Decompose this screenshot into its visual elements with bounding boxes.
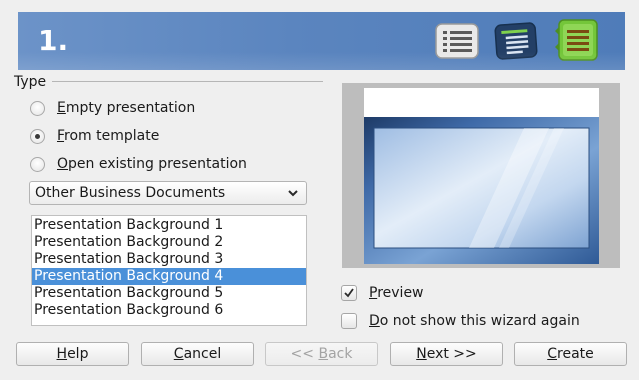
create-button[interactable]: Create — [514, 342, 627, 366]
template-category-select[interactable]: Other Business Documents — [29, 181, 307, 205]
next-button[interactable]: Next >> — [390, 342, 503, 366]
preview-label: Preview — [369, 285, 424, 301]
radio-empty-presentation[interactable]: Empty presentation — [30, 98, 195, 118]
button-label: B — [318, 346, 329, 362]
button-label: << — [290, 346, 319, 362]
list-item[interactable]: Presentation Background 5 — [32, 285, 306, 302]
back-button[interactable]: << Back — [265, 342, 378, 366]
list-item-selected[interactable]: Presentation Background 4 — [32, 268, 306, 285]
dont-show-checkbox[interactable] — [341, 313, 357, 329]
button-label: H — [56, 346, 68, 362]
select-value: Other Business Documents — [35, 185, 226, 201]
radio-from-template[interactable]: From template — [30, 126, 159, 146]
radio-label: From template — [57, 128, 160, 144]
list-icon — [433, 19, 481, 63]
button-label: ancel — [183, 346, 222, 362]
button-label: C — [547, 346, 558, 362]
radio-label: Empty presentation — [57, 100, 196, 116]
step-number: 1. — [38, 24, 69, 57]
radio-button[interactable] — [30, 156, 45, 172]
radio-open-existing[interactable]: Open existing presentation — [30, 154, 247, 174]
list-item[interactable]: Presentation Background 2 — [32, 234, 306, 251]
cancel-button[interactable]: Cancel — [141, 342, 254, 366]
chevron-down-icon — [286, 186, 300, 200]
button-label: C — [173, 346, 184, 362]
preview-checkbox-row[interactable]: Preview — [341, 283, 424, 303]
type-group-label: Type — [14, 74, 47, 90]
radio-button[interactable] — [30, 100, 45, 116]
button-label: N — [416, 346, 427, 362]
notes-icon — [553, 19, 601, 63]
radio-label: Open existing presentation — [57, 156, 247, 172]
wizard-header-banner: 1. — [18, 12, 625, 70]
dont-show-checkbox-row[interactable]: Do not show this wizard again — [341, 311, 580, 331]
button-label: reate — [557, 346, 594, 362]
radio-button[interactable] — [30, 128, 45, 144]
list-item[interactable]: Presentation Background 3 — [32, 251, 306, 268]
dont-show-label: Do not show this wizard again — [369, 313, 580, 329]
preview-pane — [342, 83, 620, 268]
outline-icon — [493, 19, 541, 63]
button-label: elp — [67, 346, 89, 362]
slide-preview — [364, 88, 599, 264]
type-group-divider — [52, 81, 323, 82]
list-item[interactable]: Presentation Background 6 — [32, 302, 306, 319]
list-item[interactable]: Presentation Background 1 — [32, 217, 306, 234]
button-label: ack — [328, 346, 353, 362]
help-button[interactable]: Help — [16, 342, 129, 366]
preview-checkbox[interactable] — [341, 285, 357, 301]
button-label: ext >> — [426, 346, 477, 362]
template-list[interactable]: Presentation Background 1 Presentation B… — [31, 215, 307, 326]
